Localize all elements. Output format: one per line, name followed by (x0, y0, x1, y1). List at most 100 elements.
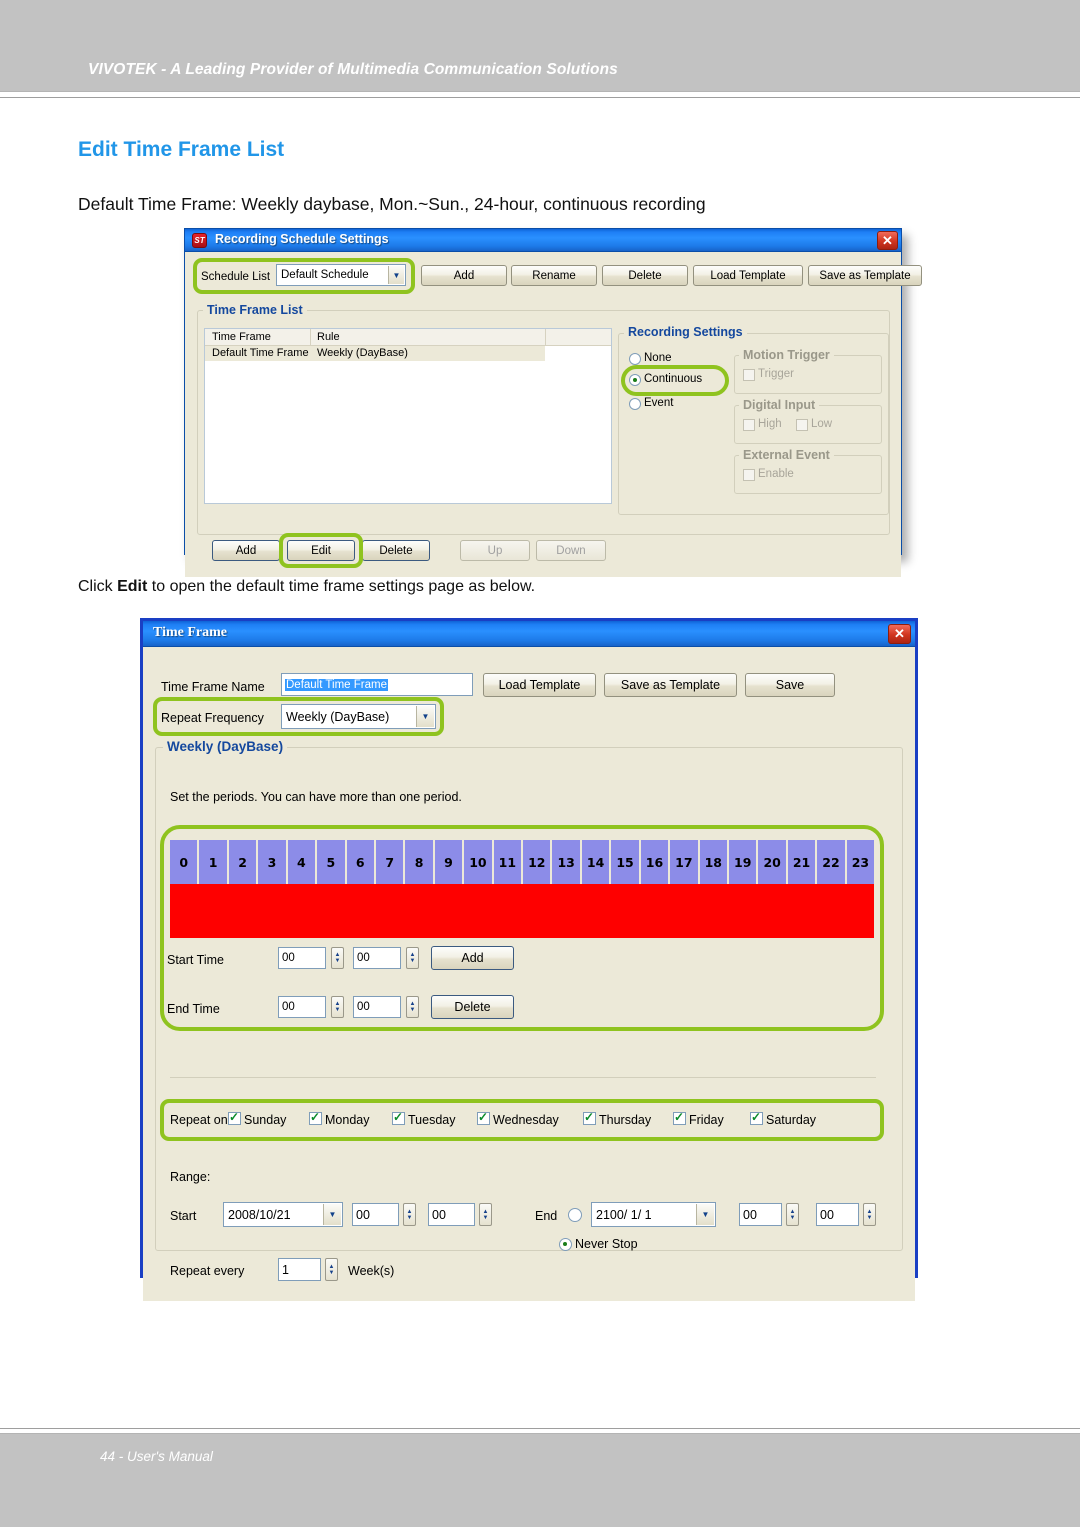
move-down-button[interactable]: Down (536, 540, 606, 561)
hour-cell-21[interactable]: 21 (787, 840, 818, 884)
range-start-minute-stepper[interactable]: ▲ ▼ (479, 1203, 492, 1226)
hour-cell-10[interactable]: 10 (464, 840, 494, 884)
radio-event[interactable] (629, 398, 641, 410)
delete-schedule-label: Delete (628, 269, 662, 282)
chevron-down-icon[interactable]: ▼ (696, 1204, 714, 1225)
hour-cell-5[interactable]: 5 (317, 840, 347, 884)
start-time-minute-input[interactable]: 00 (353, 947, 401, 969)
move-up-button[interactable]: Up (460, 540, 530, 561)
checkbox-day-sunday[interactable] (228, 1110, 241, 1125)
checkbox-high[interactable] (743, 419, 755, 431)
hour-cell-3[interactable]: 3 (258, 840, 288, 884)
hour-cell-20[interactable]: 20 (758, 840, 788, 884)
checkbox-enable[interactable] (743, 469, 755, 481)
hour-cell-19[interactable]: 19 (729, 840, 759, 884)
repeat-every-stepper[interactable]: ▲ ▼ (325, 1258, 338, 1281)
delete-schedule-button[interactable]: Delete (602, 265, 688, 286)
edit-timeframe-button[interactable]: Edit (287, 540, 355, 561)
chevron-down-icon[interactable]: ▼ (388, 266, 404, 284)
checkbox-low[interactable] (796, 419, 808, 431)
checkbox-day-monday[interactable] (309, 1110, 322, 1125)
close-icon[interactable]: ✕ (877, 231, 898, 250)
range-start-minute-input[interactable]: 00 (428, 1203, 475, 1226)
checkbox-day-wednesday[interactable] (477, 1110, 490, 1125)
time-frame-listbox[interactable]: Time Frame Rule Default Time Frame Weekl… (204, 328, 612, 504)
delete-period-button[interactable]: Delete (431, 995, 514, 1019)
hour-cell-23[interactable]: 23 (846, 840, 875, 884)
hour-cell-22[interactable]: 22 (817, 840, 847, 884)
range-end-hour-input[interactable]: 00 (739, 1203, 782, 1226)
add-schedule-button[interactable]: Add (421, 265, 507, 286)
repeat-frequency-combo[interactable]: Weekly (DayBase) ▼ (281, 704, 436, 729)
end-time-minute-stepper[interactable]: ▲ ▼ (406, 996, 419, 1018)
range-end-minute-stepper[interactable]: ▲ ▼ (863, 1203, 876, 1226)
end-time-hour-stepper[interactable]: ▲ ▼ (331, 996, 344, 1018)
end-time-hour-input[interactable]: 00 (278, 996, 326, 1018)
radio-none[interactable] (629, 353, 641, 365)
start-time-hour-input[interactable]: 00 (278, 947, 326, 969)
timeframe-load-template-button[interactable]: Load Template (483, 673, 596, 697)
radio-continuous[interactable] (629, 374, 641, 386)
hour-cell-6[interactable]: 6 (346, 840, 376, 884)
hour-cell-13[interactable]: 13 (552, 840, 582, 884)
hour-cell-1[interactable]: 1 (199, 840, 229, 884)
start-time-hour-stepper[interactable]: ▲ ▼ (331, 947, 344, 969)
repeat-every-input[interactable]: 1 (278, 1258, 321, 1281)
hour-cell-9[interactable]: 9 (434, 840, 465, 884)
external-event-group-title: External Event (739, 448, 834, 462)
hour-cell-label: 0 (179, 854, 189, 870)
chevron-down-icon[interactable]: ▼ (323, 1204, 341, 1225)
close-icon[interactable]: ✕ (888, 624, 911, 644)
range-start-hour-input[interactable]: 00 (352, 1203, 399, 1226)
radio-never-stop[interactable] (559, 1238, 572, 1251)
timeframe-save-button[interactable]: Save (745, 673, 835, 697)
schedule-list-value: Default Schedule (281, 269, 369, 281)
schedule-list-combo[interactable]: Default Schedule ▼ (276, 264, 406, 286)
table-row[interactable]: Default Time Frame Weekly (DayBase) (205, 346, 545, 361)
checkbox-trigger[interactable] (743, 369, 755, 381)
hour-cell-0[interactable]: 0 (170, 840, 200, 884)
period-red-band[interactable] (170, 884, 874, 938)
dialog-titlebar[interactable]: ST Recording Schedule Settings ✕ (185, 229, 901, 252)
range-end-hour-value: 00 (743, 1207, 757, 1222)
radio-end-date[interactable] (568, 1208, 582, 1222)
hour-cell-17[interactable]: 17 (670, 840, 700, 884)
hour-cell-7[interactable]: 7 (375, 840, 406, 884)
range-end-hour-stepper[interactable]: ▲ ▼ (786, 1203, 799, 1226)
load-template-button[interactable]: Load Template (693, 265, 803, 286)
hour-cell-16[interactable]: 16 (640, 840, 671, 884)
range-start-hour-stepper[interactable]: ▲ ▼ (403, 1203, 416, 1226)
start-time-minute-stepper[interactable]: ▲ ▼ (406, 947, 419, 969)
range-end-date-combo[interactable]: 2100/ 1/ 1 ▼ (591, 1202, 716, 1227)
range-end-minute-input[interactable]: 00 (816, 1203, 859, 1226)
timeframe-save-label: Save (775, 678, 805, 692)
end-time-minute-input[interactable]: 00 (353, 996, 401, 1018)
motion-trigger-group-title: Motion Trigger (739, 348, 834, 362)
hour-cell-15[interactable]: 15 (611, 840, 641, 884)
timeframe-name-input[interactable]: Default Time Frame (281, 673, 473, 696)
hour-cell-8[interactable]: 8 (405, 840, 435, 884)
checkbox-day-friday[interactable] (673, 1110, 686, 1125)
hour-cell-12[interactable]: 12 (523, 840, 553, 884)
hour-cell-11[interactable]: 11 (493, 840, 524, 884)
hour-cell-label: 14 (586, 854, 605, 870)
chevron-down-icon[interactable]: ▼ (416, 706, 434, 727)
add-timeframe-button[interactable]: Add (212, 540, 280, 561)
checkbox-day-thursday[interactable] (583, 1110, 596, 1125)
timeframe-save-as-template-button[interactable]: Save as Template (604, 673, 737, 697)
rename-schedule-button[interactable]: Rename (511, 265, 597, 286)
checkbox-day-tuesday[interactable] (392, 1110, 405, 1125)
checkbox-day-saturday[interactable] (750, 1110, 763, 1125)
hour-cell-18[interactable]: 18 (699, 840, 730, 884)
save-as-template-button[interactable]: Save as Template (808, 265, 922, 286)
hour-cell-14[interactable]: 14 (581, 840, 612, 884)
timeframe-titlebar[interactable]: Time Frame ✕ (143, 621, 915, 647)
hour-cell-2[interactable]: 2 (228, 840, 259, 884)
range-start-date-combo[interactable]: 2008/10/21 ▼ (223, 1202, 343, 1227)
end-time-minute-value: 00 (357, 1001, 370, 1013)
hour-grid[interactable]: 0 1 2 3 4 5 6 7 8 9 10 11 12 13 14 15 16 17 18 19 20 21 22 23 (170, 840, 875, 884)
add-period-button[interactable]: Add (431, 946, 514, 970)
start-time-hour-value: 00 (282, 952, 295, 964)
delete-timeframe-button[interactable]: Delete (362, 540, 430, 561)
hour-cell-4[interactable]: 4 (287, 840, 318, 884)
